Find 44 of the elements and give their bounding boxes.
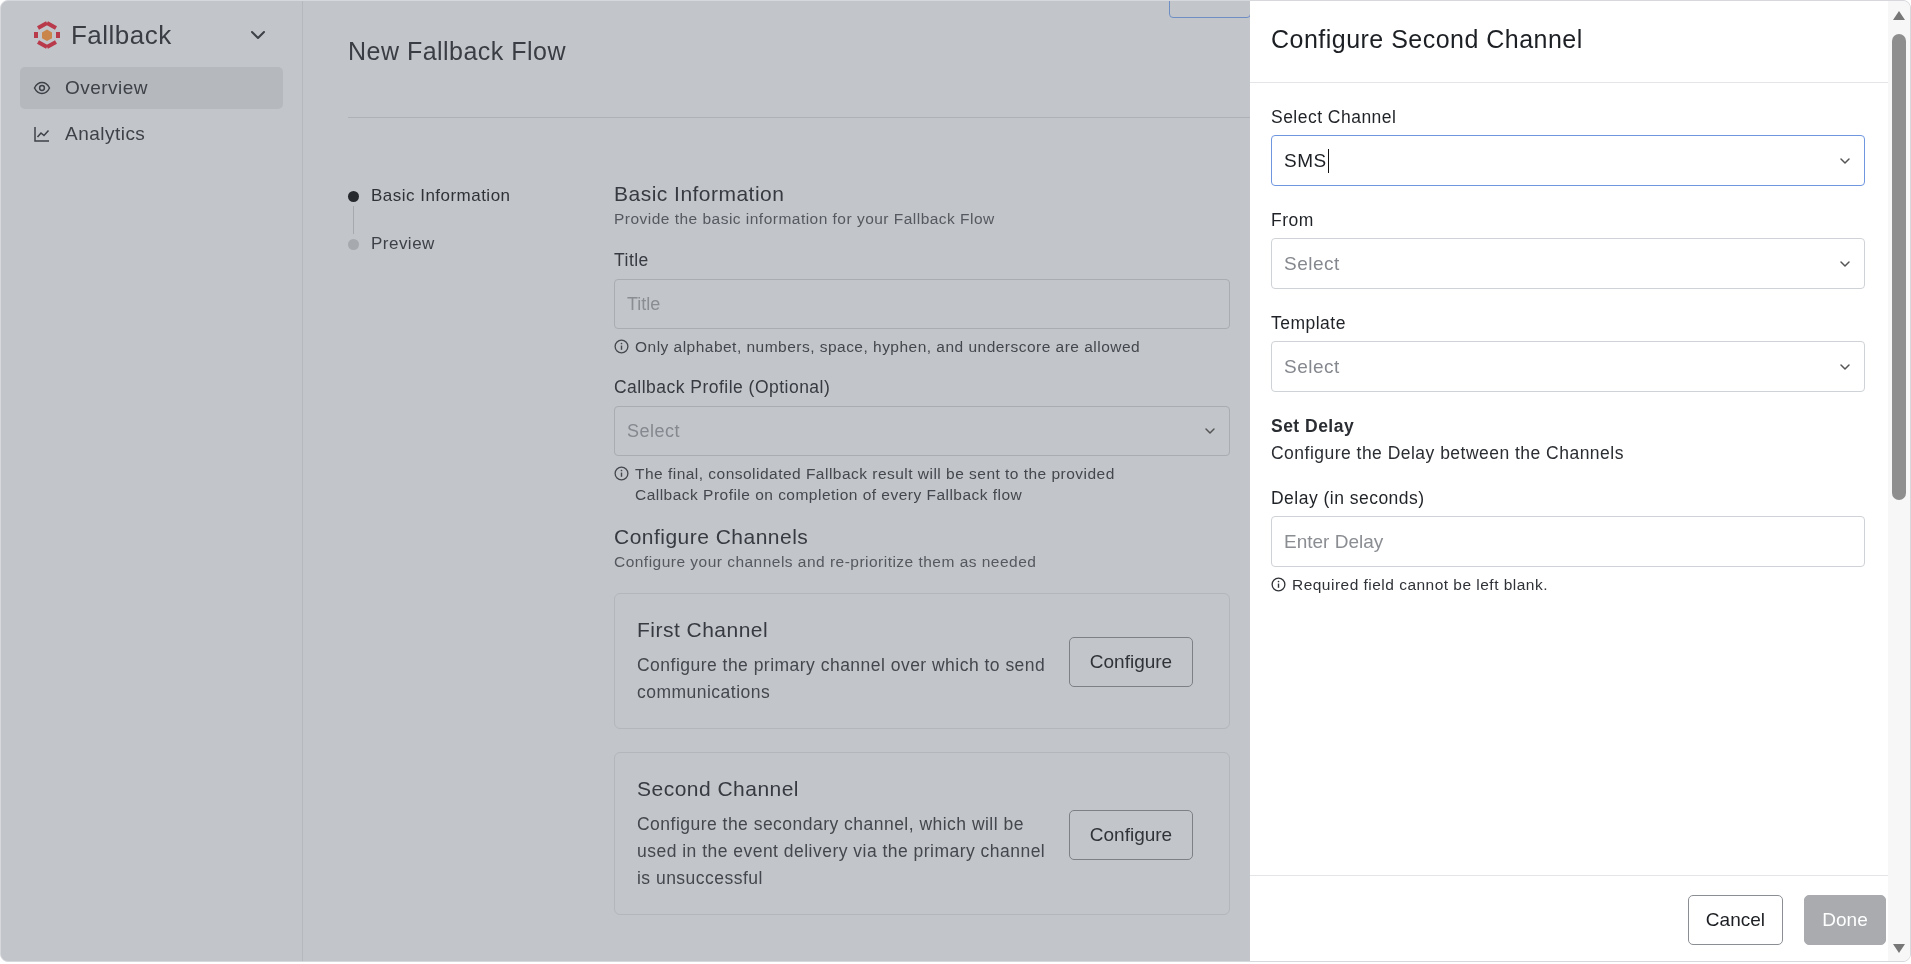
info-icon (614, 339, 629, 354)
nav-item[interactable]: Analytics (20, 113, 283, 155)
step-item[interactable]: Preview (348, 234, 614, 254)
card-description: Configure the primary channel over which to send communications (637, 654, 1047, 704)
card-title: Second Channel (637, 777, 800, 801)
app-name: Fallback (71, 19, 173, 51)
line-chart-icon (33, 125, 51, 143)
hint-text: Only alphabet, numbers, space, hyphen, and underscore are allowed (635, 337, 1141, 357)
page-title: New Fallback Flow (348, 37, 566, 67)
hint-text: Required field cannot be left blank. (1292, 575, 1548, 595)
logo-icon (33, 20, 61, 50)
cancel-button[interactable]: Cancel (1687, 894, 1783, 945)
section-description: Configure the Delay between the Channels (1271, 443, 1625, 464)
section-heading: Basic Information (614, 182, 786, 206)
field-label: From (1271, 210, 1315, 231)
hint-text: The final, consolidated Fallback result will be sent to the provided Callback Profile on completion of every Fallback flow (635, 464, 1116, 505)
field-label: Delay (in seconds) (1271, 488, 1426, 509)
configure-button[interactable]: Configure (1069, 809, 1193, 860)
section-title: Set Delay (1271, 416, 1356, 437)
section-heading: Configure Channels (614, 525, 810, 549)
field-label: Title (614, 250, 650, 271)
eye-icon (33, 79, 51, 97)
select-field[interactable]: Select (1271, 341, 1865, 392)
drawer-title: Configure Second Channel (1271, 25, 1584, 54)
scrollbar-thumb[interactable] (1892, 34, 1906, 500)
info-icon (614, 466, 629, 481)
field-label: Callback Profile (Optional) (614, 377, 832, 398)
card-title: First Channel (637, 618, 770, 642)
nav-item[interactable]: Overview (20, 67, 283, 109)
select-field[interactable]: Select (1271, 238, 1865, 289)
text-field[interactable]: Title (614, 279, 1230, 329)
step-item[interactable]: Basic Information (348, 186, 614, 206)
text-field[interactable]: Enter Delay (1271, 516, 1865, 567)
section-subheading: Configure your channels and re-prioritize them as needed (614, 553, 1038, 571)
scroll-up-arrow[interactable] (1893, 11, 1905, 20)
configure-button[interactable]: Configure (1069, 637, 1193, 687)
card-description: Configure the secondary channel, which will be used in the event delivery via the primary channel is unsuccessful (637, 813, 1047, 890)
select-field[interactable]: SMS (1271, 135, 1865, 186)
section-subheading: Provide the basic information for your Fallback Flow (614, 210, 996, 228)
scroll-down-arrow[interactable] (1893, 944, 1905, 953)
field-label: Select Channel (1271, 107, 1398, 128)
scrollbar[interactable] (1888, 1, 1910, 961)
field-label: Template (1271, 313, 1347, 334)
info-icon (1271, 577, 1286, 592)
